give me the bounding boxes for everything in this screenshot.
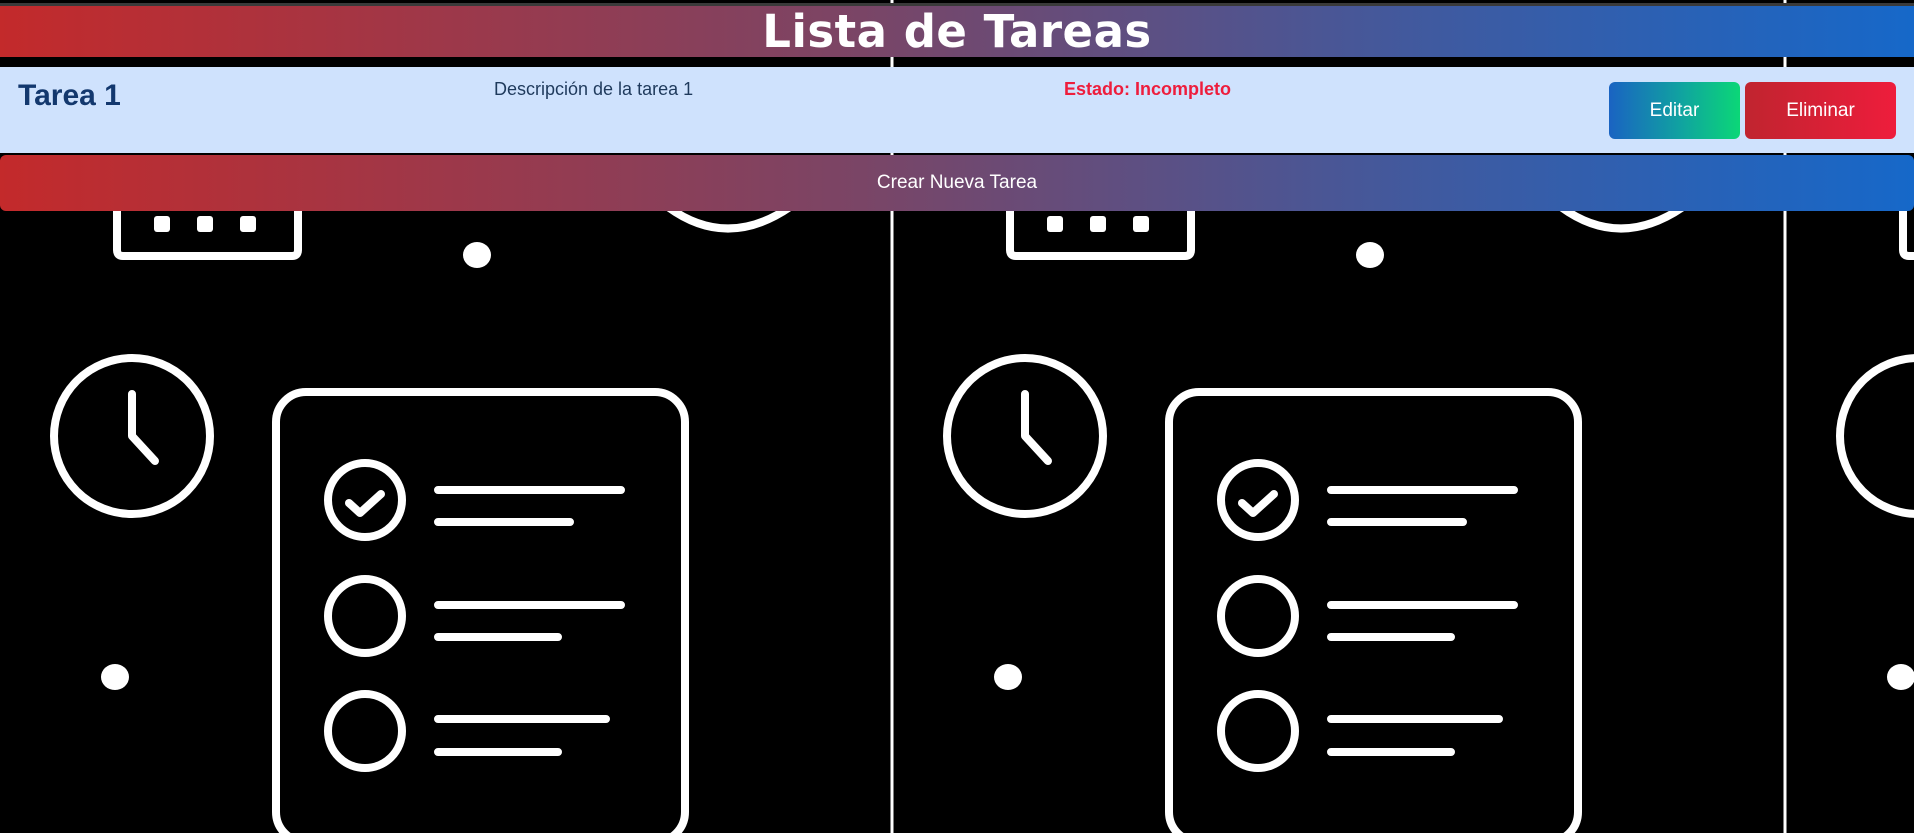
task-card: Tarea 1 Descripción de la tarea 1 Estado… bbox=[0, 67, 1914, 153]
pattern-tile-2 bbox=[947, 205, 1683, 833]
task-title: Tarea 1 bbox=[18, 79, 121, 112]
edit-button[interactable]: Editar bbox=[1609, 82, 1740, 139]
task-description: Descripción de la tarea 1 bbox=[494, 79, 694, 99]
page-title: Lista de Tareas bbox=[762, 5, 1152, 58]
pattern-tile-3 bbox=[1840, 205, 1914, 833]
page-header: Lista de Tareas bbox=[0, 3, 1914, 58]
delete-button[interactable]: Eliminar bbox=[1745, 82, 1896, 139]
pattern-tile-1 bbox=[54, 205, 790, 833]
task-status: Estado: Incompleto bbox=[1064, 79, 1232, 99]
create-task-button[interactable]: Crear Nueva Tarea bbox=[0, 155, 1914, 211]
